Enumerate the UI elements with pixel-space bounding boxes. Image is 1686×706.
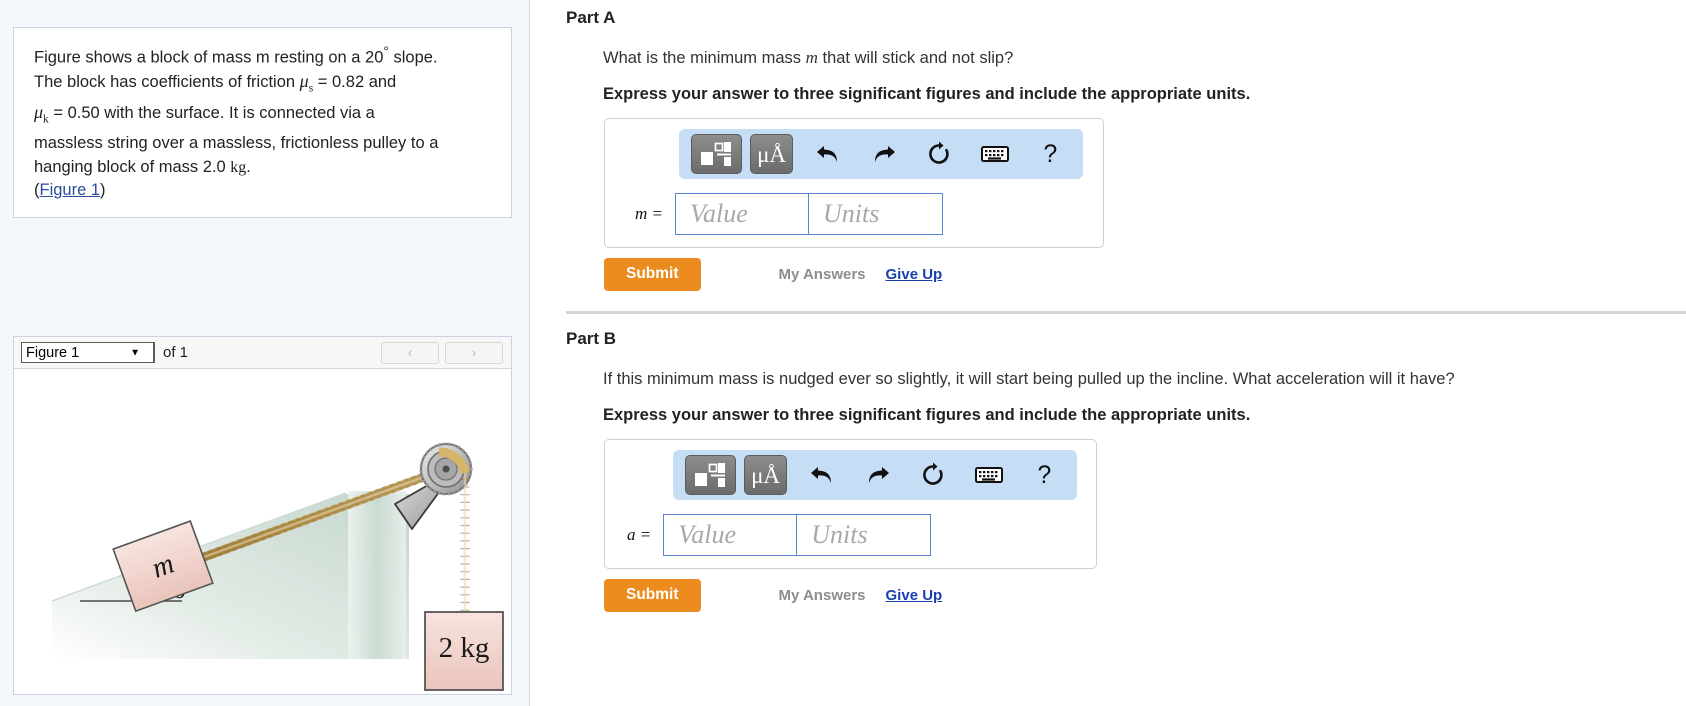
help-icon[interactable]: ?	[1024, 455, 1066, 495]
kg-unit: kg	[230, 158, 247, 176]
part-b-submit-row: Submit My Answers Give Up	[604, 579, 1686, 612]
problem-line-5a: hanging block of mass 2.0	[34, 157, 231, 176]
problem-line-5b: .	[246, 157, 251, 176]
template-icon[interactable]	[691, 134, 742, 174]
part-b-answer-box: μÅ ? a = Value Units	[604, 439, 1097, 569]
reset-icon[interactable]	[912, 455, 954, 495]
part-a-value-input[interactable]: Value	[675, 193, 809, 235]
redo-icon[interactable]	[863, 134, 905, 174]
part-a-math-toolbar: μÅ ?	[679, 129, 1083, 179]
part-a-units-placeholder: Units	[823, 199, 880, 228]
part-b-input-row: a = Value Units	[617, 514, 1084, 556]
prev-figure-button[interactable]: ‹	[381, 341, 439, 364]
problem-line-4: massless string over a massless, frictio…	[34, 134, 439, 153]
units-icon[interactable]: μÅ	[749, 134, 794, 174]
problem-line-2a: The block has coefficients of friction	[34, 73, 300, 91]
part-a-value-placeholder: Value	[690, 199, 748, 228]
figure-count-label: of 1	[163, 344, 189, 361]
figure-nav-buttons: ‹ ›	[381, 341, 503, 364]
part-b-value-input[interactable]: Value	[663, 514, 798, 556]
problem-line-2b: = 0.82 and	[313, 73, 397, 91]
part-b-title: Part B	[566, 329, 617, 348]
redo-icon[interactable]	[857, 455, 899, 495]
part-b-give-up-link[interactable]: Give Up	[886, 587, 943, 604]
part-b-instruction: Express your answer to three significant…	[603, 406, 1251, 424]
part-b-variable-label: a =	[627, 525, 652, 544]
incline-pulley-diagram: 20° m	[51, 442, 504, 691]
mu-s-symbol: μs	[299, 71, 314, 95]
template-icon[interactable]	[685, 455, 736, 495]
chevron-down-icon: ▼	[130, 347, 140, 358]
part-a-input-row: m = Value Units	[617, 193, 1091, 235]
part-a-title: Part A	[566, 8, 616, 27]
part-b-units-placeholder: Units	[811, 520, 868, 549]
part-a-submit-row: Submit My Answers Give Up	[604, 258, 1686, 291]
part-b-math-toolbar: μÅ ?	[673, 450, 1077, 500]
undo-icon[interactable]	[807, 134, 849, 174]
part-a-give-up-link[interactable]: Give Up	[886, 266, 943, 283]
problem-line-3b: = 0.50 with the surface. It is connected…	[48, 104, 375, 123]
part-b-value-placeholder: Value	[678, 520, 736, 549]
units-icon[interactable]: μÅ	[743, 455, 788, 495]
figure-panel: Figure 1 ▼ of 1 ‹ › m 2 kg	[13, 336, 512, 695]
figure-1-link[interactable]: Figure 1	[40, 181, 101, 199]
part-b-my-answers-link[interactable]: My Answers	[779, 587, 866, 604]
part-b-units-input[interactable]: Units	[797, 514, 932, 556]
part-b-question: If this minimum mass is nudged ever so s…	[603, 370, 1455, 388]
paren-close: )	[100, 181, 106, 200]
figure-image: 20° m	[14, 369, 511, 694]
select-divider	[153, 343, 154, 362]
part-a-units-input[interactable]: Units	[809, 193, 943, 235]
part-a-question: What is the minimum mass m that will sti…	[603, 48, 1014, 67]
reset-icon[interactable]	[918, 134, 960, 174]
undo-icon[interactable]	[801, 455, 843, 495]
answer-panel: Part A What is the minimum mass m that w…	[530, 0, 1686, 706]
part-a-variable-label: m =	[635, 204, 663, 223]
mu-k-symbol: μk	[34, 102, 49, 126]
figure-select-dropdown[interactable]: Figure 1 ▼	[21, 342, 155, 363]
keyboard-icon[interactable]	[968, 455, 1010, 495]
problem-statement-box: Figure shows a block of mass m resting o…	[13, 27, 512, 218]
help-icon[interactable]: ?	[1030, 134, 1072, 174]
keyboard-icon[interactable]	[974, 134, 1016, 174]
left-panel: Figure shows a block of mass m resting o…	[0, 0, 530, 706]
part-b-submit-button[interactable]: Submit	[604, 579, 701, 612]
problem-line-1b: slope.	[388, 48, 438, 67]
part-a-section: Part A What is the minimum mass m that w…	[566, 0, 1686, 291]
svg-text:2 kg: 2 kg	[439, 632, 490, 664]
problem-page: Figure shows a block of mass m resting o…	[0, 0, 1686, 706]
part-a-my-answers-link[interactable]: My Answers	[779, 266, 866, 283]
part-a-instruction: Express your answer to three significant…	[603, 85, 1251, 103]
part-b-section: Part B If this minimum mass is nudged ev…	[566, 314, 1686, 612]
part-a-submit-button[interactable]: Submit	[604, 258, 701, 291]
problem-statement-text: Figure shows a block of mass m resting o…	[34, 40, 493, 203]
next-figure-button[interactable]: ›	[445, 341, 503, 364]
part-a-answer-box: μÅ ? m = Value Units	[604, 118, 1104, 248]
figure-toolbar: Figure 1 ▼ of 1 ‹ ›	[14, 337, 511, 369]
problem-line-1a: Figure shows a block of mass m resting o…	[34, 48, 384, 67]
figure-select-value: Figure 1	[26, 344, 80, 361]
